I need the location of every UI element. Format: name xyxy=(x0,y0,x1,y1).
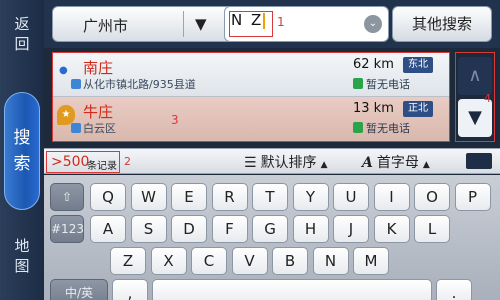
key-a[interactable]: A xyxy=(90,215,126,243)
record-count: >500 条记录 xyxy=(46,151,120,173)
phone-icon xyxy=(353,78,363,89)
key-q[interactable]: Q xyxy=(90,183,126,211)
key-w[interactable]: W xyxy=(130,183,167,211)
key-y[interactable]: Y xyxy=(292,183,329,211)
language-toggle-key[interactable]: 中/英 xyxy=(50,279,108,300)
key-h[interactable]: H xyxy=(292,215,329,243)
sort-default-label: 默认排序 xyxy=(260,155,317,171)
results-list: ● 南庄 62 km 东北 从化市镇北路/935县道 暂无电话 ★ 牛庄 13 … xyxy=(52,52,450,142)
text-cursor xyxy=(263,13,265,29)
result-row[interactable]: ● 南庄 62 km 东北 从化市镇北路/935县道 暂无电话 xyxy=(53,53,449,97)
key-v[interactable]: V xyxy=(231,247,268,275)
key-l[interactable]: L xyxy=(414,215,450,243)
result-distance: 13 km xyxy=(353,101,394,116)
phone-icon xyxy=(353,122,363,133)
left-nav-rail: 返回 搜索 地图 xyxy=(0,0,44,300)
key-p[interactable]: P xyxy=(454,183,491,211)
annotation-1: 1 xyxy=(277,15,285,29)
key-d[interactable]: D xyxy=(171,215,207,243)
period-key[interactable]: . xyxy=(436,279,472,300)
key-x[interactable]: X xyxy=(150,247,187,275)
triangle-up-icon: ▲ xyxy=(320,160,328,170)
sort-bar: >500 条记录 2 ☰ 默认排序 ▲ A 首字母 ▲ xyxy=(44,148,500,174)
result-name: 南庄 xyxy=(83,59,114,77)
key-k[interactable]: K xyxy=(373,215,410,243)
shift-key[interactable]: ⇧ xyxy=(50,183,84,211)
key-r[interactable]: R xyxy=(211,183,248,211)
key-z[interactable]: Z xyxy=(110,247,146,275)
sort-default-button[interactable]: ☰ 默认排序 ▲ xyxy=(244,152,327,172)
direction-badge: 正北 xyxy=(403,101,433,117)
record-count-label: 条记录 xyxy=(87,161,117,172)
back-button-label: 返回 xyxy=(14,15,30,53)
alpha-icon: A xyxy=(362,155,373,171)
key-g[interactable]: G xyxy=(252,215,288,243)
sort-alpha-label: 首字母 xyxy=(376,155,419,171)
result-address: 白云区 xyxy=(83,122,116,135)
annotation-4: 4 xyxy=(484,92,491,105)
search-nav-label: 搜索 xyxy=(13,128,31,174)
key-s[interactable]: S xyxy=(130,215,167,243)
scroll-up-button[interactable]: ∧ xyxy=(458,57,492,95)
home-icon xyxy=(71,123,81,133)
search-nav-button[interactable]: 搜索 xyxy=(4,92,40,210)
key-o[interactable]: O xyxy=(414,183,450,211)
key-b[interactable]: B xyxy=(272,247,308,275)
key-e[interactable]: E xyxy=(171,183,207,211)
numeric-mode-key[interactable]: #123 xyxy=(50,215,84,243)
key-f[interactable]: F xyxy=(211,215,248,243)
key-i[interactable]: I xyxy=(373,183,410,211)
result-phone: 暂无电话 xyxy=(366,78,410,91)
result-phone: 暂无电话 xyxy=(366,122,410,135)
key-n[interactable]: N xyxy=(312,247,349,275)
result-row-selected[interactable]: ★ 牛庄 13 km 正北 白云区 暂无电话 xyxy=(53,97,449,141)
map-nav-label: 地图 xyxy=(14,237,30,275)
bullet-icon: ● xyxy=(59,65,68,76)
triangle-up-icon: ▲ xyxy=(422,160,430,170)
map-nav-button[interactable]: 地图 xyxy=(4,236,40,286)
map-pin-icon: ★ xyxy=(57,105,75,125)
search-top-bar: 广州市 ▼ N Z 1 ⌄ 其他搜索 xyxy=(44,0,500,48)
city-divider xyxy=(183,11,184,37)
key-j[interactable]: J xyxy=(333,215,369,243)
sort-alpha-button[interactable]: A 首字母 ▲ xyxy=(362,152,430,172)
space-key[interactable] xyxy=(152,279,432,300)
city-name: 广州市 xyxy=(83,17,129,35)
result-distance: 62 km xyxy=(353,57,394,72)
annotation-2: 2 xyxy=(124,155,131,168)
back-button[interactable]: 返回 xyxy=(4,14,40,62)
chevron-down-icon: ▼ xyxy=(195,15,207,33)
history-dropdown-icon[interactable]: ⌄ xyxy=(364,15,382,33)
key-u[interactable]: U xyxy=(333,183,369,211)
comma-key[interactable]: , xyxy=(112,279,148,300)
annotation-3: 3 xyxy=(171,113,179,127)
search-query-text: N Z xyxy=(231,11,264,29)
direction-badge: 东北 xyxy=(403,57,433,73)
other-search-button[interactable]: 其他搜索 xyxy=(392,6,492,42)
result-name: 牛庄 xyxy=(83,103,114,121)
keyboard-toggle-icon[interactable] xyxy=(466,153,492,169)
key-t[interactable]: T xyxy=(252,183,288,211)
result-address: 从化市镇北路/935县道 xyxy=(83,78,196,91)
list-icon: ☰ xyxy=(244,155,257,171)
record-count-value: >500 xyxy=(51,154,90,170)
search-input[interactable]: N Z 1 ⌄ xyxy=(224,6,389,42)
key-m[interactable]: M xyxy=(353,247,389,275)
onscreen-keyboard: ⇧ Q W E R T Y U I O P #123 A S D F G H J K L Z X C V B N M 中/英,. xyxy=(44,175,500,300)
key-c[interactable]: C xyxy=(191,247,227,275)
home-icon xyxy=(71,79,81,89)
